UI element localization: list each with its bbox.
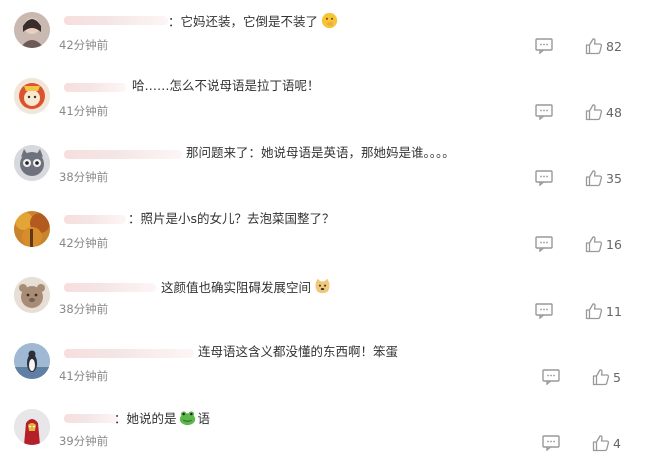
- avatar-autumn-icon[interactable]: [14, 211, 50, 247]
- username-blurred[interactable]: [64, 215, 126, 224]
- username-blurred[interactable]: [64, 349, 194, 358]
- like-icon[interactable]: [592, 434, 610, 452]
- like-count: 16: [606, 237, 622, 252]
- comment-time: 38分钟前: [59, 170, 109, 184]
- comment-item: ：她说的是语 39分钟前 4: [0, 397, 660, 456]
- comment-time: 39分钟前: [59, 434, 109, 448]
- like-icon[interactable]: [585, 302, 603, 320]
- like-icon[interactable]: [585, 169, 603, 187]
- comment-text: 哈……怎么不说母语是拉丁语呢！: [132, 78, 320, 93]
- comment-item: 哈……怎么不说母语是拉丁语呢！ 41分钟前 48: [0, 66, 660, 132]
- avatar-girl-icon[interactable]: [14, 12, 50, 48]
- reply-icon[interactable]: [535, 38, 553, 54]
- reply-icon[interactable]: [535, 170, 553, 186]
- like-count: 48: [606, 105, 622, 120]
- comment-text: 这颜值也确实阻碍发展空间: [161, 278, 331, 296]
- comment-text: ：她说的是语: [114, 411, 211, 426]
- like-count: 5: [613, 370, 621, 385]
- username-blurred[interactable]: [64, 283, 156, 292]
- comment-time: 42分钟前: [59, 236, 109, 250]
- like-icon[interactable]: [585, 37, 603, 55]
- like-count: 4: [613, 436, 621, 451]
- comment-item: 那问题来了：她说母语是英语，那她妈是谁。。。。 38分钟前 35: [0, 133, 660, 199]
- like-icon[interactable]: [592, 368, 610, 386]
- like-count: 82: [606, 39, 622, 54]
- comment-text: 那问题来了：她说母语是英语，那她妈是谁。。。。: [186, 145, 455, 160]
- comment-item: 这颜值也确实阻碍发展空间 38分钟前 11: [0, 265, 660, 331]
- reply-icon[interactable]: [542, 369, 560, 385]
- frog-emoji: [179, 411, 195, 426]
- reply-icon[interactable]: [535, 104, 553, 120]
- comment-item: ：照片是小s的女儿？去泡菜国整了？ 42分钟前 16: [0, 199, 660, 265]
- shushing-face-emoji: [321, 12, 338, 29]
- username-blurred[interactable]: [64, 414, 118, 423]
- avatar-bird-icon[interactable]: [14, 343, 50, 379]
- comment-time: 42分钟前: [59, 38, 109, 52]
- avatar-animal-icon[interactable]: [14, 277, 50, 313]
- reply-icon[interactable]: [535, 236, 553, 252]
- comment-item: ：它妈还装，它倒是不装了 42分钟前 82: [0, 0, 660, 66]
- comment-text: ：它妈还装，它倒是不装了: [168, 12, 338, 30]
- comment-time: 41分钟前: [59, 104, 109, 118]
- comment-text: ：照片是小s的女儿？去泡菜国整了？: [128, 211, 335, 226]
- reply-icon[interactable]: [542, 435, 560, 451]
- avatar-cartoon-icon[interactable]: [14, 78, 50, 114]
- like-icon[interactable]: [585, 103, 603, 121]
- doge-emoji: [315, 278, 330, 294]
- username-blurred[interactable]: [64, 83, 126, 92]
- avatar-hero-icon[interactable]: [14, 409, 50, 445]
- comment-item: 连母语这含义都没懂的东西啊！笨蛋 41分钟前 5: [0, 331, 660, 397]
- like-count: 11: [606, 304, 622, 319]
- comment-time: 41分钟前: [59, 369, 109, 383]
- username-blurred[interactable]: [64, 16, 168, 25]
- reply-icon[interactable]: [535, 303, 553, 319]
- comment-time: 38分钟前: [59, 302, 109, 316]
- avatar-cat-icon[interactable]: [14, 145, 50, 181]
- username-blurred[interactable]: [64, 150, 182, 159]
- like-count: 35: [606, 171, 622, 186]
- like-icon[interactable]: [585, 235, 603, 253]
- comment-text: 连母语这含义都没懂的东西啊！笨蛋: [198, 344, 399, 359]
